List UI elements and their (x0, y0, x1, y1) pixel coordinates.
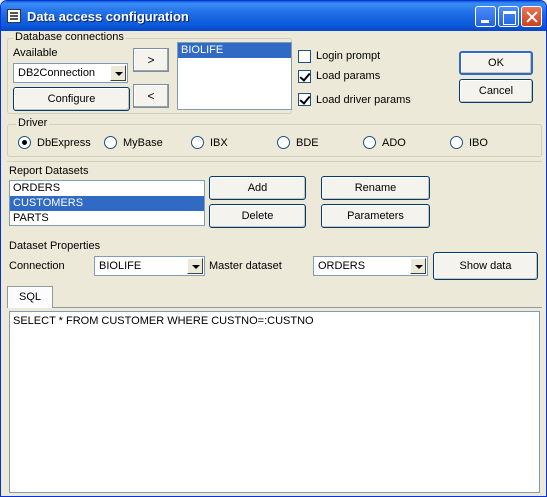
driver-label-ado: ADO (382, 137, 406, 149)
list-item[interactable]: PARTS (10, 211, 204, 226)
minimize-button[interactable] (475, 6, 496, 27)
load-driver-params-checkbox[interactable] (298, 93, 311, 106)
driver-radio-ado[interactable] (363, 136, 376, 149)
configure-button[interactable]: Configure (13, 87, 130, 111)
driver-label-ibo: IBO (469, 137, 488, 149)
load-params-label: Load params (316, 70, 381, 82)
cancel-button[interactable]: Cancel (459, 79, 533, 103)
dataset-connection-combo[interactable]: BIOLIFE (94, 256, 205, 276)
chevron-down-icon[interactable] (110, 65, 126, 81)
window-title: Data access configuration (27, 9, 189, 24)
divider (7, 161, 542, 162)
dataset-connection-value: BIOLIFE (99, 260, 142, 272)
sql-text[interactable]: SELECT * FROM CUSTOMER WHERE CUSTNO=:CUS… (13, 315, 314, 327)
chevron-down-icon[interactable] (410, 258, 426, 274)
close-button[interactable] (521, 6, 542, 27)
title-bar[interactable]: Data access configuration (1, 1, 546, 31)
dataset-properties-label: Dataset Properties (9, 240, 101, 252)
app-icon (7, 9, 21, 23)
master-dataset-combo[interactable]: ORDERS (313, 256, 428, 276)
maximize-button[interactable] (498, 6, 519, 27)
delete-dataset-button[interactable]: Delete (209, 204, 306, 228)
database-connections-label: Database connections (13, 31, 126, 43)
driver-radio-bde[interactable] (277, 136, 290, 149)
driver-label-mybase: MyBase (123, 137, 163, 149)
available-label: Available (13, 47, 58, 59)
report-datasets-listbox[interactable]: ORDERS CUSTOMERS PARTS (9, 180, 205, 226)
chevron-down-icon[interactable] (187, 258, 203, 274)
connections-listbox[interactable]: BIOLIFE (177, 42, 292, 110)
show-data-button[interactable]: Show data (433, 252, 538, 280)
add-dataset-button[interactable]: Add (209, 176, 306, 200)
sql-editor[interactable]: SELECT * FROM CUSTOMER WHERE CUSTNO=:CUS… (9, 311, 540, 493)
connection-label: Connection (9, 260, 65, 272)
driver-radio-ibo[interactable] (450, 136, 463, 149)
master-dataset-value: ORDERS (318, 260, 366, 272)
driver-radio-dbexpress[interactable] (18, 136, 31, 149)
ok-button[interactable]: OK (459, 51, 533, 75)
driver-label: Driver (16, 117, 50, 129)
list-item[interactable]: CUSTOMERS (10, 196, 204, 211)
tab-sql[interactable]: SQL (7, 286, 53, 308)
master-dataset-label: Master dataset (209, 260, 282, 272)
remove-connection-arrow-button[interactable]: < (133, 84, 169, 108)
available-connection-combo[interactable]: DB2Connection (13, 63, 128, 83)
login-prompt-checkbox[interactable] (298, 50, 311, 63)
list-item[interactable]: ORDERS (10, 181, 204, 196)
tab-strip-line (7, 307, 542, 308)
load-driver-params-label: Load driver params (316, 94, 411, 106)
add-connection-arrow-button[interactable]: > (133, 48, 169, 72)
driver-radio-ibx[interactable] (191, 136, 204, 149)
report-datasets-label: Report Datasets (9, 165, 89, 177)
available-connection-value: DB2Connection (18, 67, 96, 79)
load-params-checkbox[interactable] (298, 70, 311, 83)
login-prompt-label: Login prompt (316, 50, 381, 62)
driver-label-dbexpress: DbExpress (37, 137, 91, 149)
data-access-window: Data access configuration Database conne… (0, 0, 547, 497)
parameters-button[interactable]: Parameters (321, 204, 430, 228)
driver-label-bde: BDE (296, 137, 319, 149)
driver-radio-mybase[interactable] (104, 136, 117, 149)
driver-label-ibx: IBX (210, 137, 228, 149)
connection-item[interactable]: BIOLIFE (178, 43, 291, 58)
rename-dataset-button[interactable]: Rename (321, 176, 430, 200)
